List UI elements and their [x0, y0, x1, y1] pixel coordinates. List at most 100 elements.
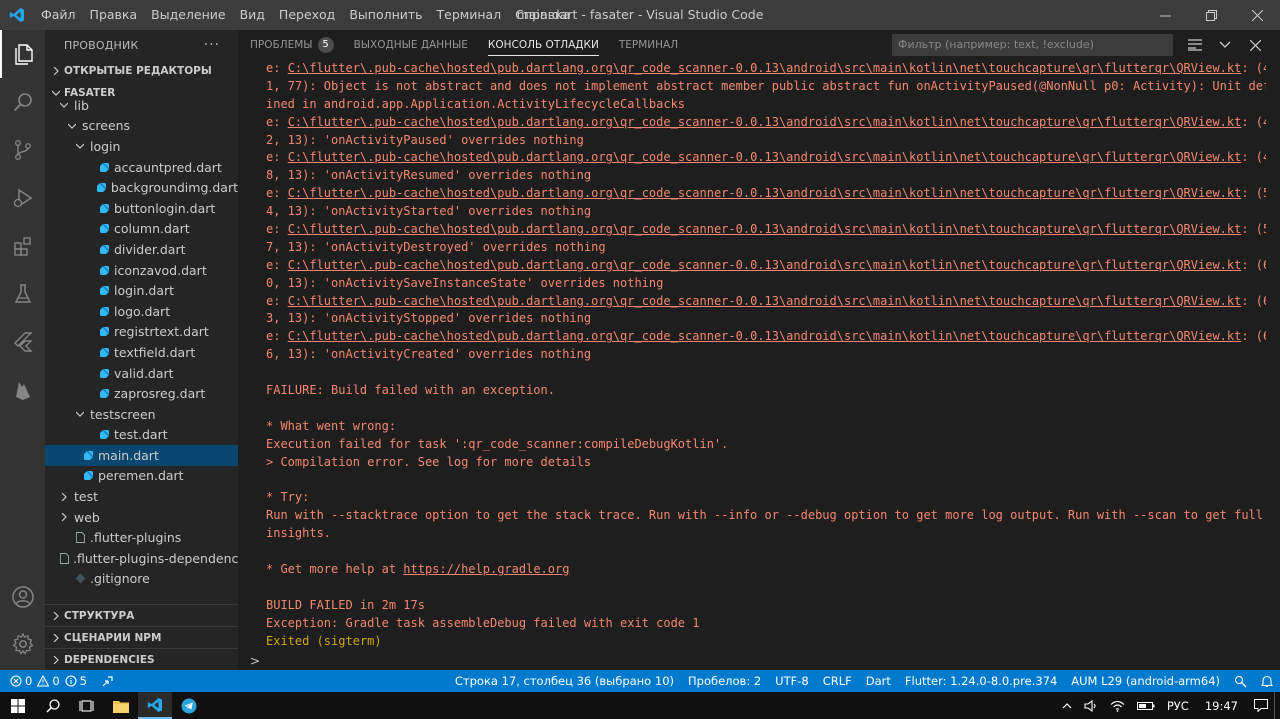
sidebar-section[interactable]: СТРУКТУРА: [45, 604, 238, 626]
console-link[interactable]: C:\flutter\.pub-cache\hosted\pub.dartlan…: [288, 294, 1242, 308]
console-prompt[interactable]: >: [250, 654, 260, 668]
search-icon[interactable]: [36, 692, 70, 719]
panel-tab[interactable]: ВЫХОДНЫЕ ДАННЫЕ: [354, 30, 468, 60]
dart-file-icon: [98, 223, 110, 235]
info-count: 5: [79, 674, 87, 688]
menu-item[interactable]: Файл: [34, 0, 83, 30]
chevron-down-icon: [73, 410, 87, 418]
wifi-icon[interactable]: [1104, 700, 1131, 712]
console-link[interactable]: C:\flutter\.pub-cache\hosted\pub.dartlan…: [288, 61, 1242, 75]
tree-item[interactable]: divider.dart: [45, 239, 238, 260]
tree-item[interactable]: web: [45, 507, 238, 528]
search-icon[interactable]: [0, 78, 45, 126]
menu-item[interactable]: Справка: [508, 0, 577, 30]
tree-item[interactable]: screens: [45, 116, 238, 137]
tree-item[interactable]: login.dart: [45, 280, 238, 301]
restore-button[interactable]: [1188, 0, 1234, 30]
tree-item[interactable]: login: [45, 136, 238, 157]
console-link[interactable]: C:\flutter\.pub-cache\hosted\pub.dartlan…: [288, 329, 1242, 343]
language-mode[interactable]: Dart: [859, 674, 898, 688]
console-link[interactable]: C:\flutter\.pub-cache\hosted\pub.dartlan…: [288, 115, 1242, 129]
menu-item[interactable]: Терминал: [430, 0, 509, 30]
sidebar-section[interactable]: DEPENDENCIES: [45, 648, 238, 670]
flutter-version[interactable]: Flutter: 1.24.0-8.0.pre.374: [898, 674, 1064, 688]
more-actions-icon[interactable]: ···: [204, 37, 220, 53]
close-button[interactable]: [1234, 0, 1280, 30]
tree-item[interactable]: backgroundimg.dart: [45, 177, 238, 198]
file-explorer-icon[interactable]: [104, 692, 138, 719]
tree-item[interactable]: accauntpred.dart: [45, 157, 238, 178]
tree-item[interactable]: lib: [45, 95, 238, 116]
console-link[interactable]: https://help.gradle.org: [403, 562, 569, 576]
console-link[interactable]: C:\flutter\.pub-cache\hosted\pub.dartlan…: [288, 150, 1242, 164]
tree-item[interactable]: buttonlogin.dart: [45, 198, 238, 219]
run-debug-icon[interactable]: [0, 174, 45, 222]
testing-flask-icon[interactable]: [0, 270, 45, 318]
console-link[interactable]: C:\flutter\.pub-cache\hosted\pub.dartlan…: [288, 222, 1242, 236]
explorer-icon[interactable]: [0, 30, 45, 78]
cursor-position[interactable]: Строка 17, столбец 36 (выбрано 10): [448, 674, 681, 688]
chevron-down-icon[interactable]: [1212, 30, 1238, 60]
activity-bar: [0, 30, 45, 670]
task-view-icon[interactable]: [70, 692, 104, 719]
tree-item[interactable]: testscreen: [45, 404, 238, 425]
panel-tab[interactable]: ПРОБЛЕМЫ 5: [250, 30, 334, 60]
tree-item[interactable]: test: [45, 486, 238, 507]
panel-tab[interactable]: ТЕРМИНАЛ: [619, 30, 678, 60]
settings-gear-icon[interactable]: [0, 620, 45, 668]
input-language[interactable]: РУС: [1161, 699, 1195, 713]
tree-item[interactable]: zaprosreg.dart: [45, 383, 238, 404]
tree-item[interactable]: main.dart: [45, 445, 238, 466]
close-panel-icon[interactable]: [1242, 30, 1268, 60]
menu-item[interactable]: Правка: [83, 0, 145, 30]
menu-item[interactable]: Выделение: [144, 0, 232, 30]
chevron-up-icon[interactable]: [1056, 702, 1078, 709]
vscode-taskbar-icon[interactable]: [138, 692, 172, 719]
open-editors-section[interactable]: ОТКРЫТЫЕ РЕДАКТОРЫ: [45, 60, 238, 82]
feedback-icon[interactable]: [1227, 675, 1254, 688]
extensions-icon[interactable]: [0, 222, 45, 270]
source-control-icon[interactable]: [0, 126, 45, 174]
sidebar-section[interactable]: СЦЕНАРИИ NPM: [45, 626, 238, 648]
console-link[interactable]: C:\flutter\.pub-cache\hosted\pub.dartlan…: [288, 186, 1242, 200]
notifications-bell-icon[interactable]: [1254, 675, 1280, 688]
minimize-button[interactable]: [1142, 0, 1188, 30]
firebase-icon[interactable]: [0, 366, 45, 414]
encoding[interactable]: UTF-8: [768, 674, 816, 688]
console-filter-input[interactable]: Фильтр (например: text, !exclude): [892, 34, 1173, 56]
tree-item[interactable]: iconzavod.dart: [45, 260, 238, 281]
panel-tab[interactable]: КОНСОЛЬ ОТЛАДКИ: [487, 30, 599, 60]
console-link[interactable]: C:\flutter\.pub-cache\hosted\pub.dartlan…: [288, 258, 1242, 272]
menu-item[interactable]: Вид: [233, 0, 272, 30]
indentation[interactable]: Пробелов: 2: [681, 674, 768, 688]
tree-item[interactable]: textfield.dart: [45, 342, 238, 363]
tree-item[interactable]: .gitignore: [45, 569, 238, 590]
show-desktop-strip[interactable]: [1274, 692, 1280, 719]
console-line: Exited (sigterm): [266, 633, 1266, 651]
clock-time[interactable]: 19:47: [1195, 699, 1248, 713]
tree-item[interactable]: .flutter-plugins: [45, 527, 238, 548]
windows-start-icon[interactable]: [0, 692, 36, 719]
tree-item[interactable]: .flutter-plugins-dependencies: [45, 548, 238, 569]
notification-center-icon[interactable]: [1248, 699, 1274, 712]
console-text: * What went wrong:: [266, 418, 397, 433]
account-icon[interactable]: [0, 573, 45, 621]
menu-item[interactable]: Переход: [272, 0, 342, 30]
end-of-line[interactable]: CRLF: [816, 674, 859, 688]
target-device[interactable]: AUM L29 (android-arm64): [1064, 674, 1227, 688]
word-wrap-icon[interactable]: [1182, 30, 1208, 60]
tree-item[interactable]: column.dart: [45, 219, 238, 240]
battery-icon[interactable]: [1131, 701, 1161, 711]
tree-item[interactable]: valid.dart: [45, 363, 238, 384]
tree-item[interactable]: test.dart: [45, 425, 238, 446]
flutter-icon[interactable]: [0, 318, 45, 366]
problems-status[interactable]: 0 0 5: [10, 674, 94, 688]
volume-icon[interactable]: [1078, 699, 1104, 712]
chevron-right-icon: [57, 492, 71, 501]
tree-item[interactable]: logo.dart: [45, 301, 238, 322]
tree-item[interactable]: peremen.dart: [45, 466, 238, 487]
menu-item[interactable]: Выполнить: [342, 0, 429, 30]
live-share-icon[interactable]: [94, 675, 121, 688]
tree-item[interactable]: registrtext.dart: [45, 322, 238, 343]
telegram-icon[interactable]: [172, 692, 206, 719]
